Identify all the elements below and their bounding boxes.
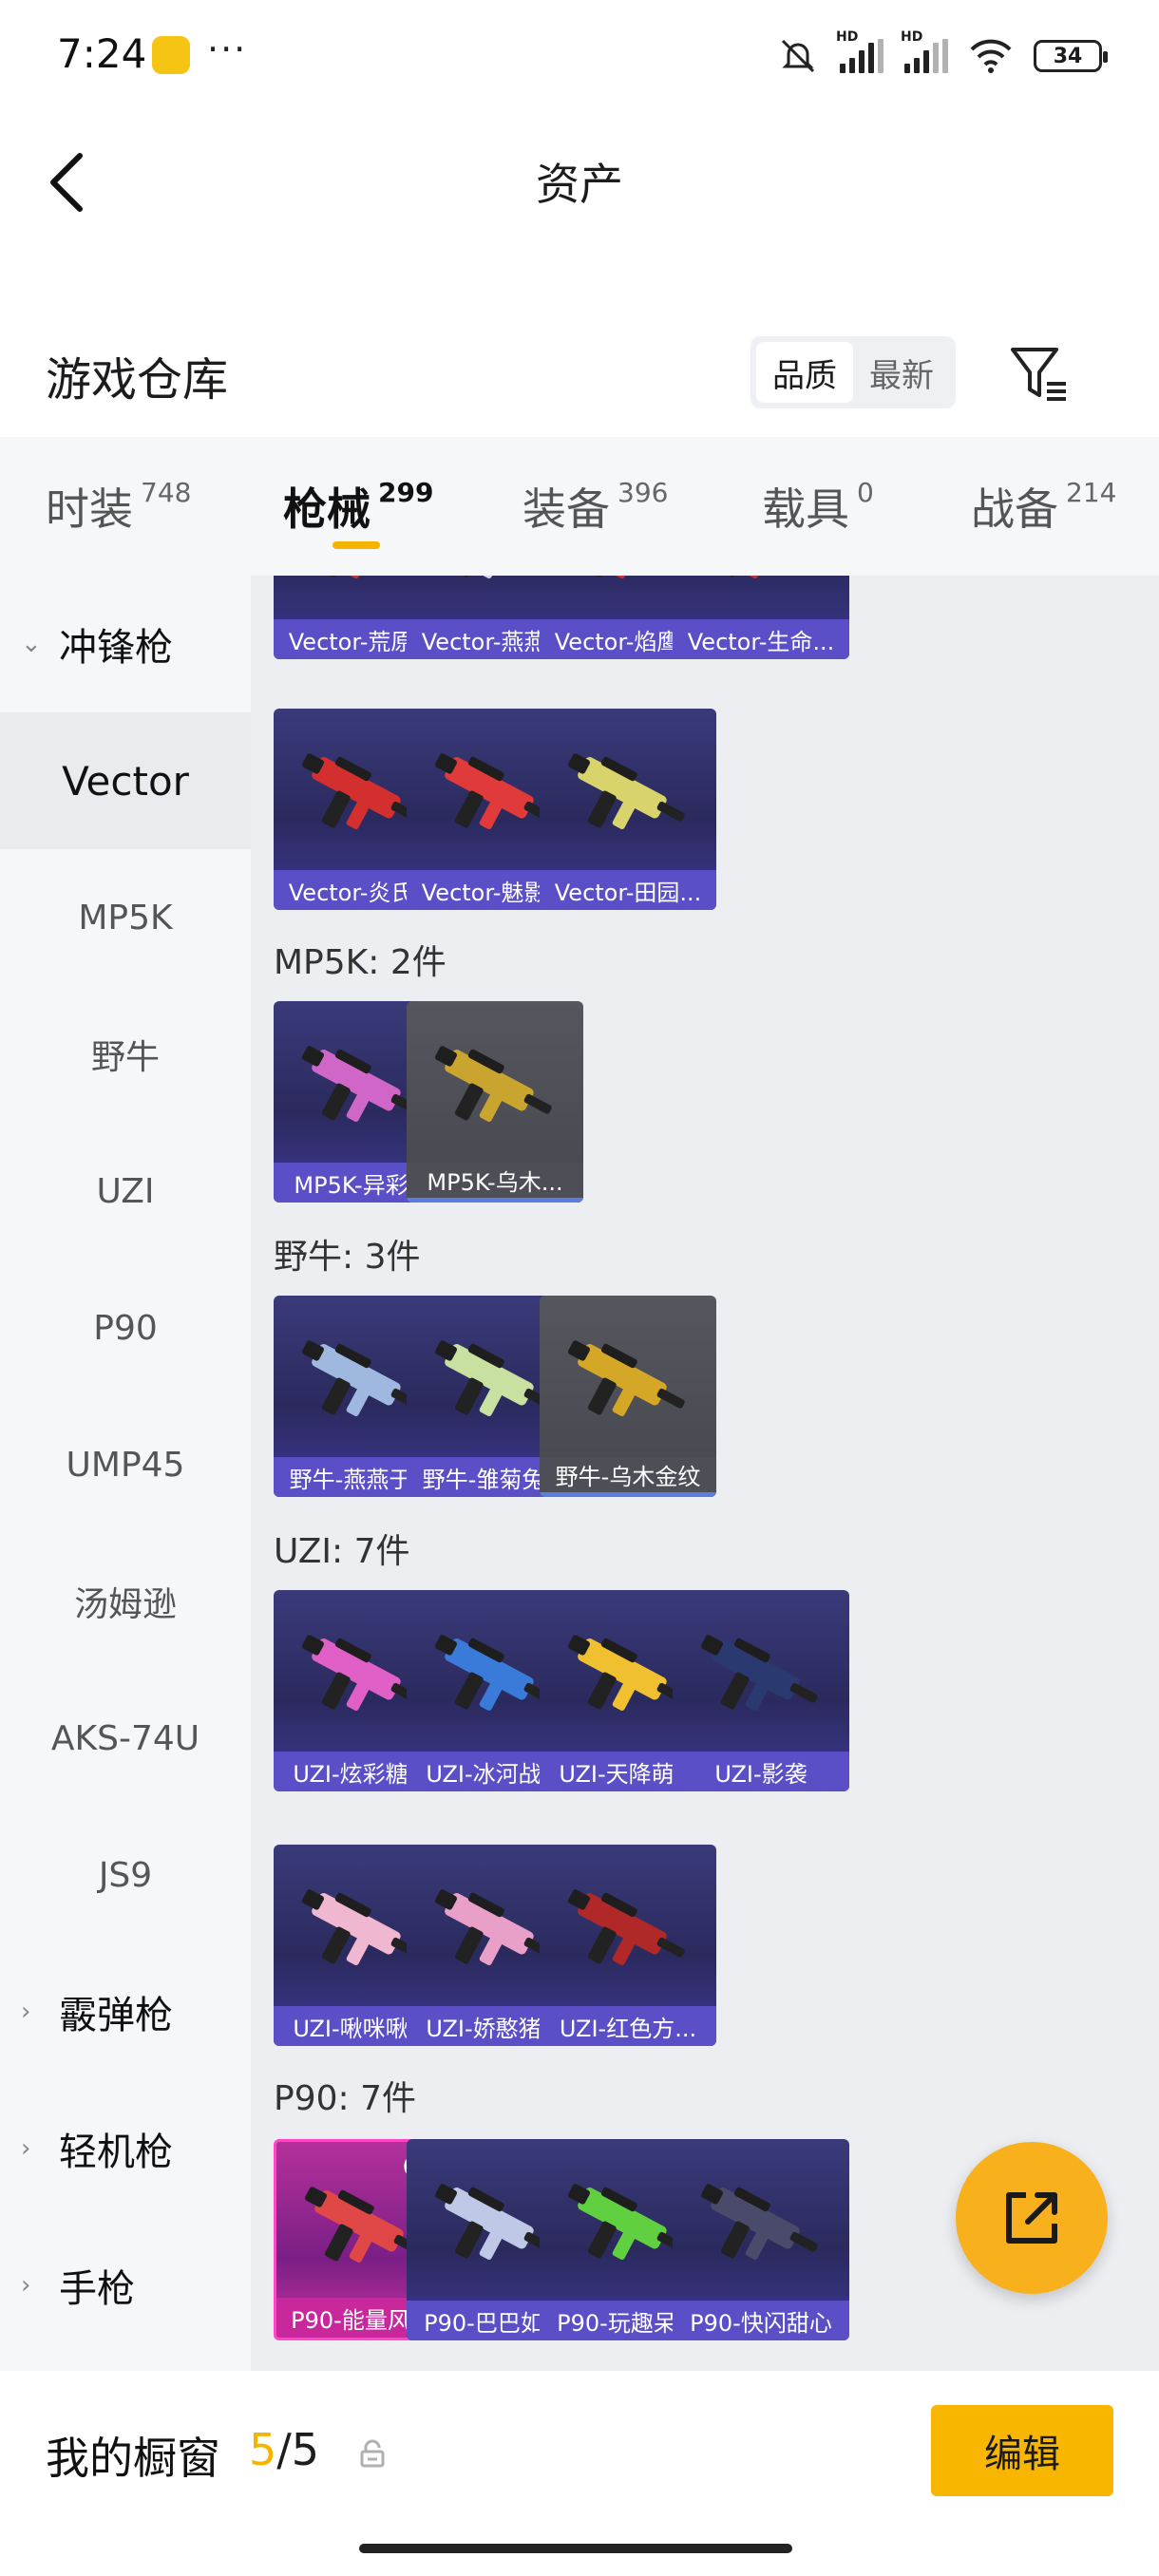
sidebar-item-thompson[interactable]: 汤姆逊	[0, 1533, 251, 1670]
sidebar-item-ump45[interactable]: UMP45	[0, 1396, 251, 1533]
weapon-type-sidebar: ⌄ 冲锋枪 Vector MP5K 野牛 UZI P90 UMP45 汤姆逊 AK…	[0, 576, 251, 2371]
gun-icon	[434, 1046, 552, 1122]
mute-icon	[781, 39, 815, 73]
section-title-p90: P90: 7件	[274, 2079, 416, 2118]
page-title: 资产	[536, 159, 623, 210]
chevron-down-icon: ⌄	[21, 630, 42, 658]
gun-icon	[700, 1635, 818, 1711]
gun-icon	[567, 1889, 685, 1965]
more-notifications-icon: ···	[207, 28, 248, 70]
weapon-card[interactable]: MP5K-乌木...	[407, 1001, 583, 1203]
weapon-card[interactable]: 野牛-乌木金纹	[540, 1296, 716, 1497]
section-title-uzi: UZI: 7件	[274, 1532, 410, 1571]
gun-icon	[567, 1340, 685, 1416]
share-icon	[1006, 2192, 1057, 2244]
weapon-card[interactable]: UZI-红色方...	[540, 1845, 716, 2046]
gun-icon	[567, 753, 685, 829]
home-indicator[interactable]	[359, 2544, 792, 2553]
edit-button[interactable]: 编辑	[931, 2405, 1113, 2496]
sort-newest-button[interactable]: 最新	[853, 342, 950, 403]
filter-icon[interactable]	[1005, 340, 1072, 407]
gun-icon	[720, 576, 769, 578]
section-title-mp5k: MP5K: 2件	[274, 943, 446, 982]
lock-icon	[360, 2439, 385, 2468]
wifi-icon	[970, 39, 1012, 73]
chevron-right-icon: ›	[21, 1998, 31, 2026]
app-notification-icon	[152, 36, 190, 74]
tab-supplies[interactable]: 战备 214	[971, 475, 1116, 538]
page-header: 资产	[0, 112, 1159, 245]
weapon-card[interactable]: UZI-影袭	[673, 1590, 849, 1791]
chevron-right-icon: ›	[21, 2134, 31, 2163]
sidebar-item-mp5k[interactable]: MP5K	[0, 849, 251, 986]
sidebar-item-vector[interactable]: Vector	[0, 712, 251, 849]
battery-icon: 34	[1034, 40, 1108, 72]
signal-1-icon: HD	[836, 29, 884, 73]
tab-equipment[interactable]: 装备 396	[522, 475, 668, 538]
gun-icon	[700, 2184, 818, 2260]
signal-2-icon: HD	[901, 29, 948, 73]
sidebar-item-uzi[interactable]: UZI	[0, 1123, 251, 1260]
weapon-card[interactable]: P90-快闪甜心	[673, 2139, 849, 2340]
warehouse-title: 游戏仓库	[46, 353, 229, 407]
showcase-label: 我的橱窗	[46, 2433, 220, 2484]
section-title-bison: 野牛: 3件	[274, 1238, 421, 1277]
sidebar-cat-pistol[interactable]: › 手枪	[0, 2217, 251, 2354]
sort-quality-button[interactable]: 品质	[756, 342, 853, 403]
sidebar-item-js9[interactable]: JS9	[0, 1807, 251, 1943]
sidebar-item-bison[interactable]: 野牛	[0, 986, 251, 1123]
status-icons: HD HD 34	[777, 29, 1108, 78]
status-bar: 7:24 ··· HD HD 34	[0, 0, 1159, 112]
showcase-count: 5/5	[249, 2424, 320, 2475]
weapon-grid: Vector-荒原... Vector-燕燕... Vector-焰鹰... V…	[251, 576, 1159, 2371]
sidebar-cat-smg[interactable]: ⌄ 冲锋枪	[0, 576, 251, 712]
sort-toggle: 品质 最新	[750, 336, 956, 408]
weapon-card[interactable]: Vector-生命...	[673, 576, 849, 659]
sidebar-item-p90[interactable]: P90	[0, 1260, 251, 1396]
active-tab-indicator	[332, 541, 380, 549]
sidebar-cat-lmg[interactable]: › 轻机枪	[0, 2080, 251, 2217]
tab-fashion[interactable]: 时装 748	[46, 475, 191, 538]
sidebar-item-aks74u[interactable]: AKS-74U	[0, 1670, 251, 1807]
status-time: 7:24	[57, 30, 147, 77]
warehouse-header: 游戏仓库 品质 最新	[0, 304, 1159, 437]
chevron-right-icon: ›	[21, 2271, 31, 2300]
category-tabs: 时装 748 枪械 299 装备 396 载具 0 战备 214	[0, 437, 1159, 576]
tab-vehicles[interactable]: 载具 0	[762, 475, 874, 538]
tab-guns[interactable]: 枪械 299	[283, 475, 433, 538]
sidebar-cat-shotgun[interactable]: › 霰弹枪	[0, 1943, 251, 2080]
weapon-card[interactable]: Vector-田园...	[540, 709, 716, 910]
share-button[interactable]	[956, 2142, 1108, 2294]
